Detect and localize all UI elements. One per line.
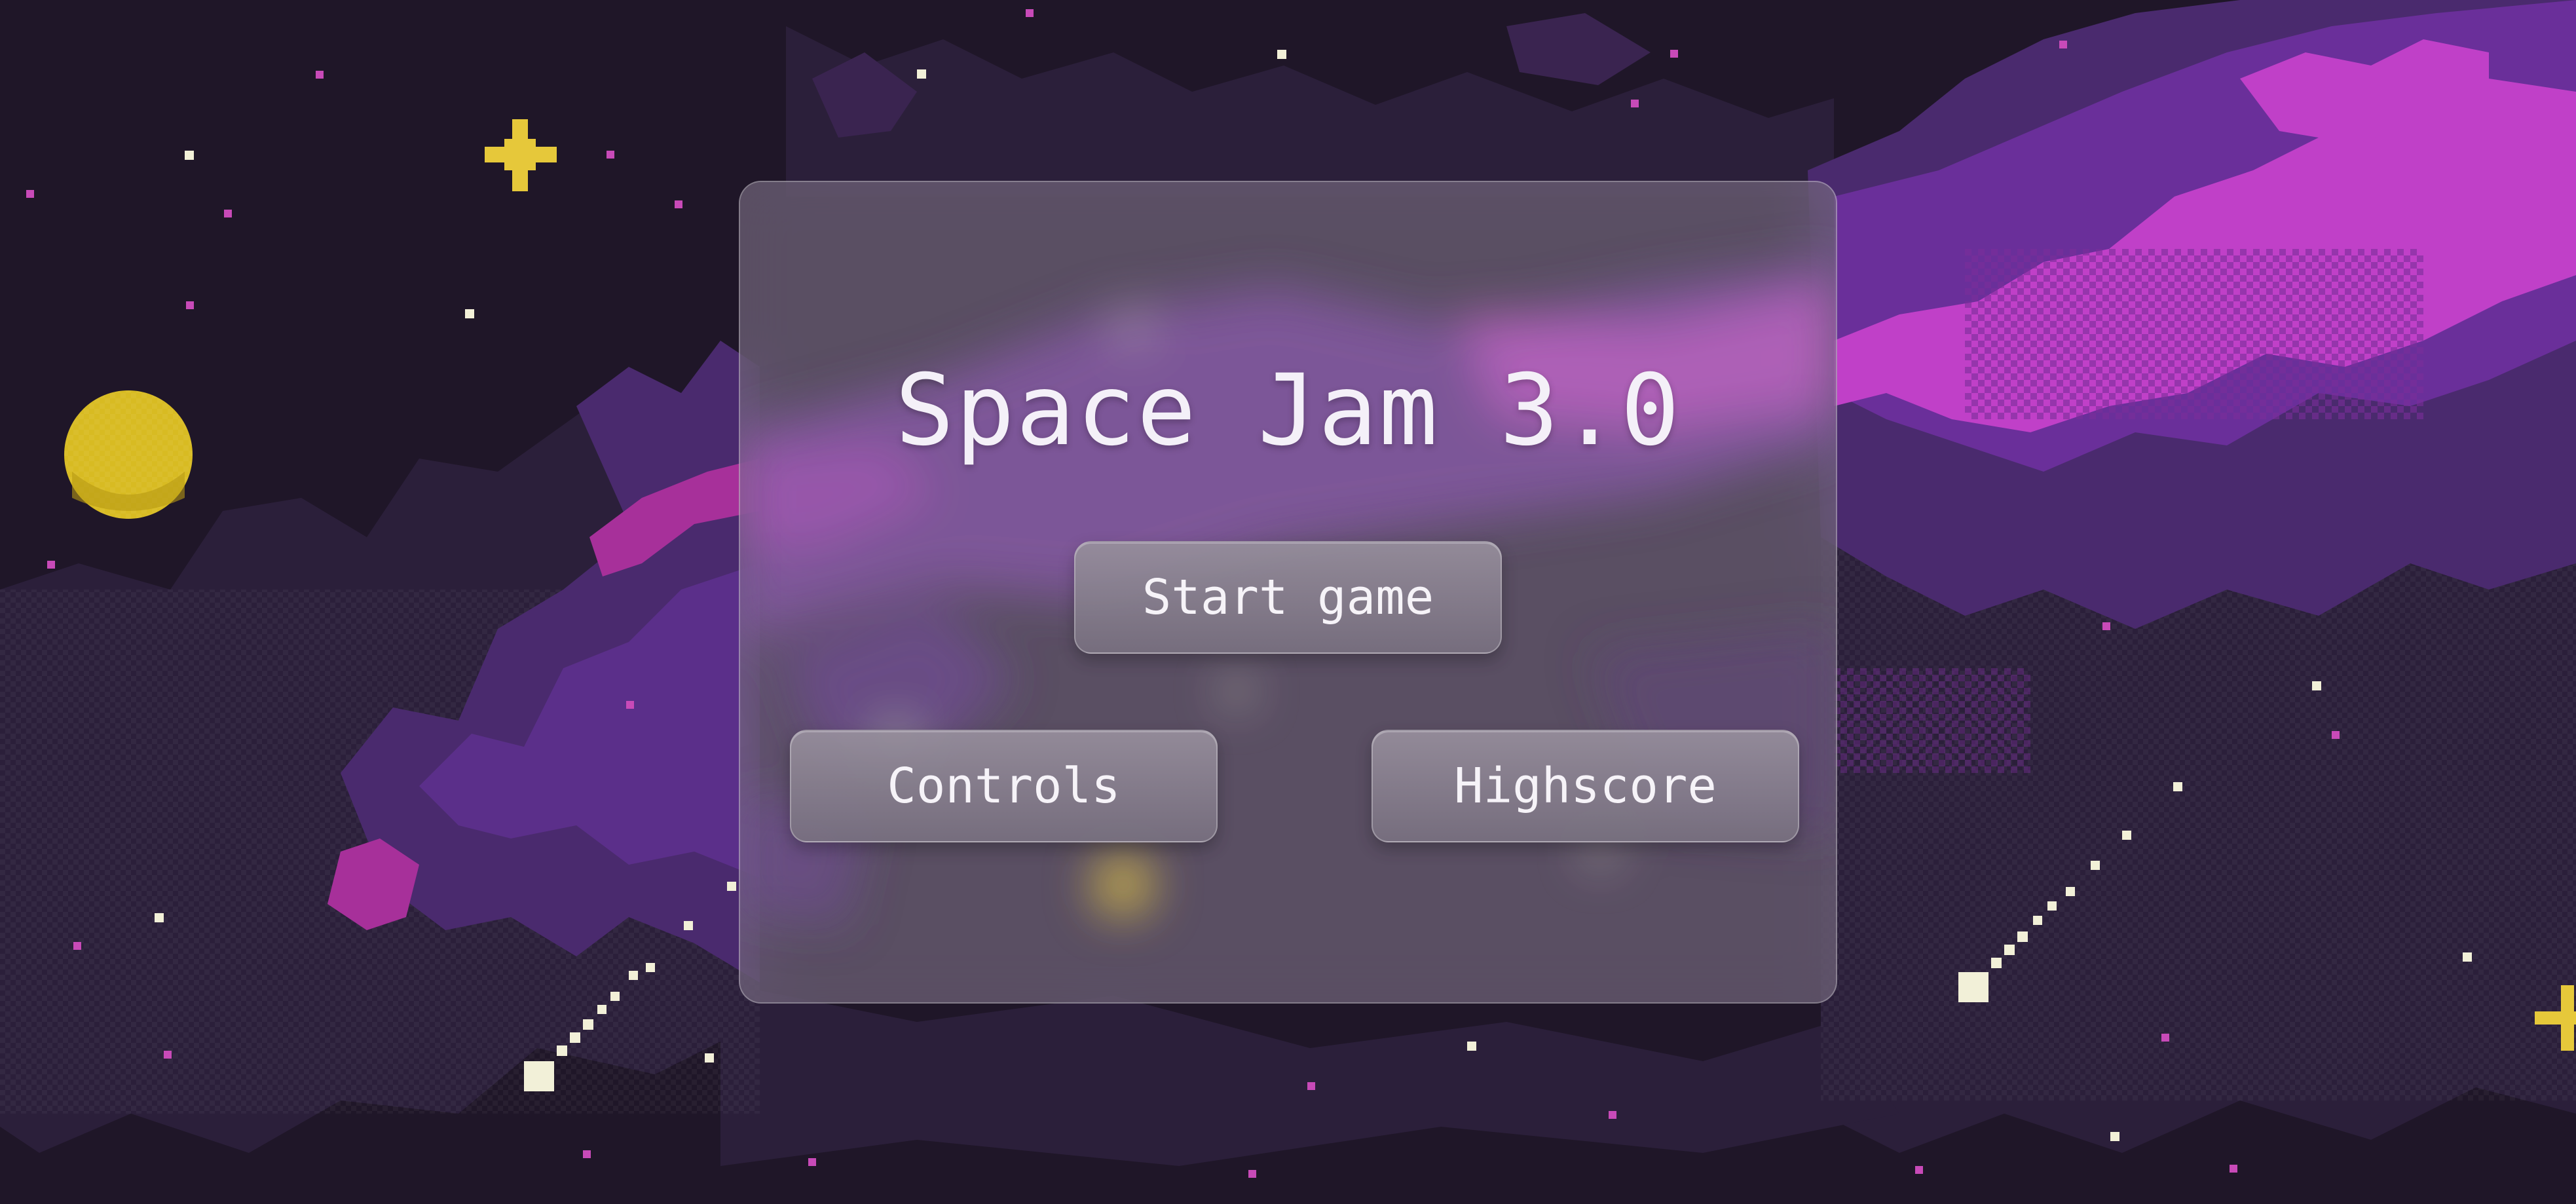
yellow-planet-icon <box>64 390 193 519</box>
game-title: Space Jam 3.0 <box>895 354 1681 468</box>
highscore-button[interactable]: Highscore <box>1372 730 1799 842</box>
controls-button[interactable]: Controls <box>790 730 1218 842</box>
game-screen: Space Jam 3.0 Start game Controls Highsc… <box>0 0 2576 1204</box>
start-game-button[interactable]: Start game <box>1074 541 1502 654</box>
main-menu-panel: Space Jam 3.0 Start game Controls Highsc… <box>739 181 1837 1004</box>
